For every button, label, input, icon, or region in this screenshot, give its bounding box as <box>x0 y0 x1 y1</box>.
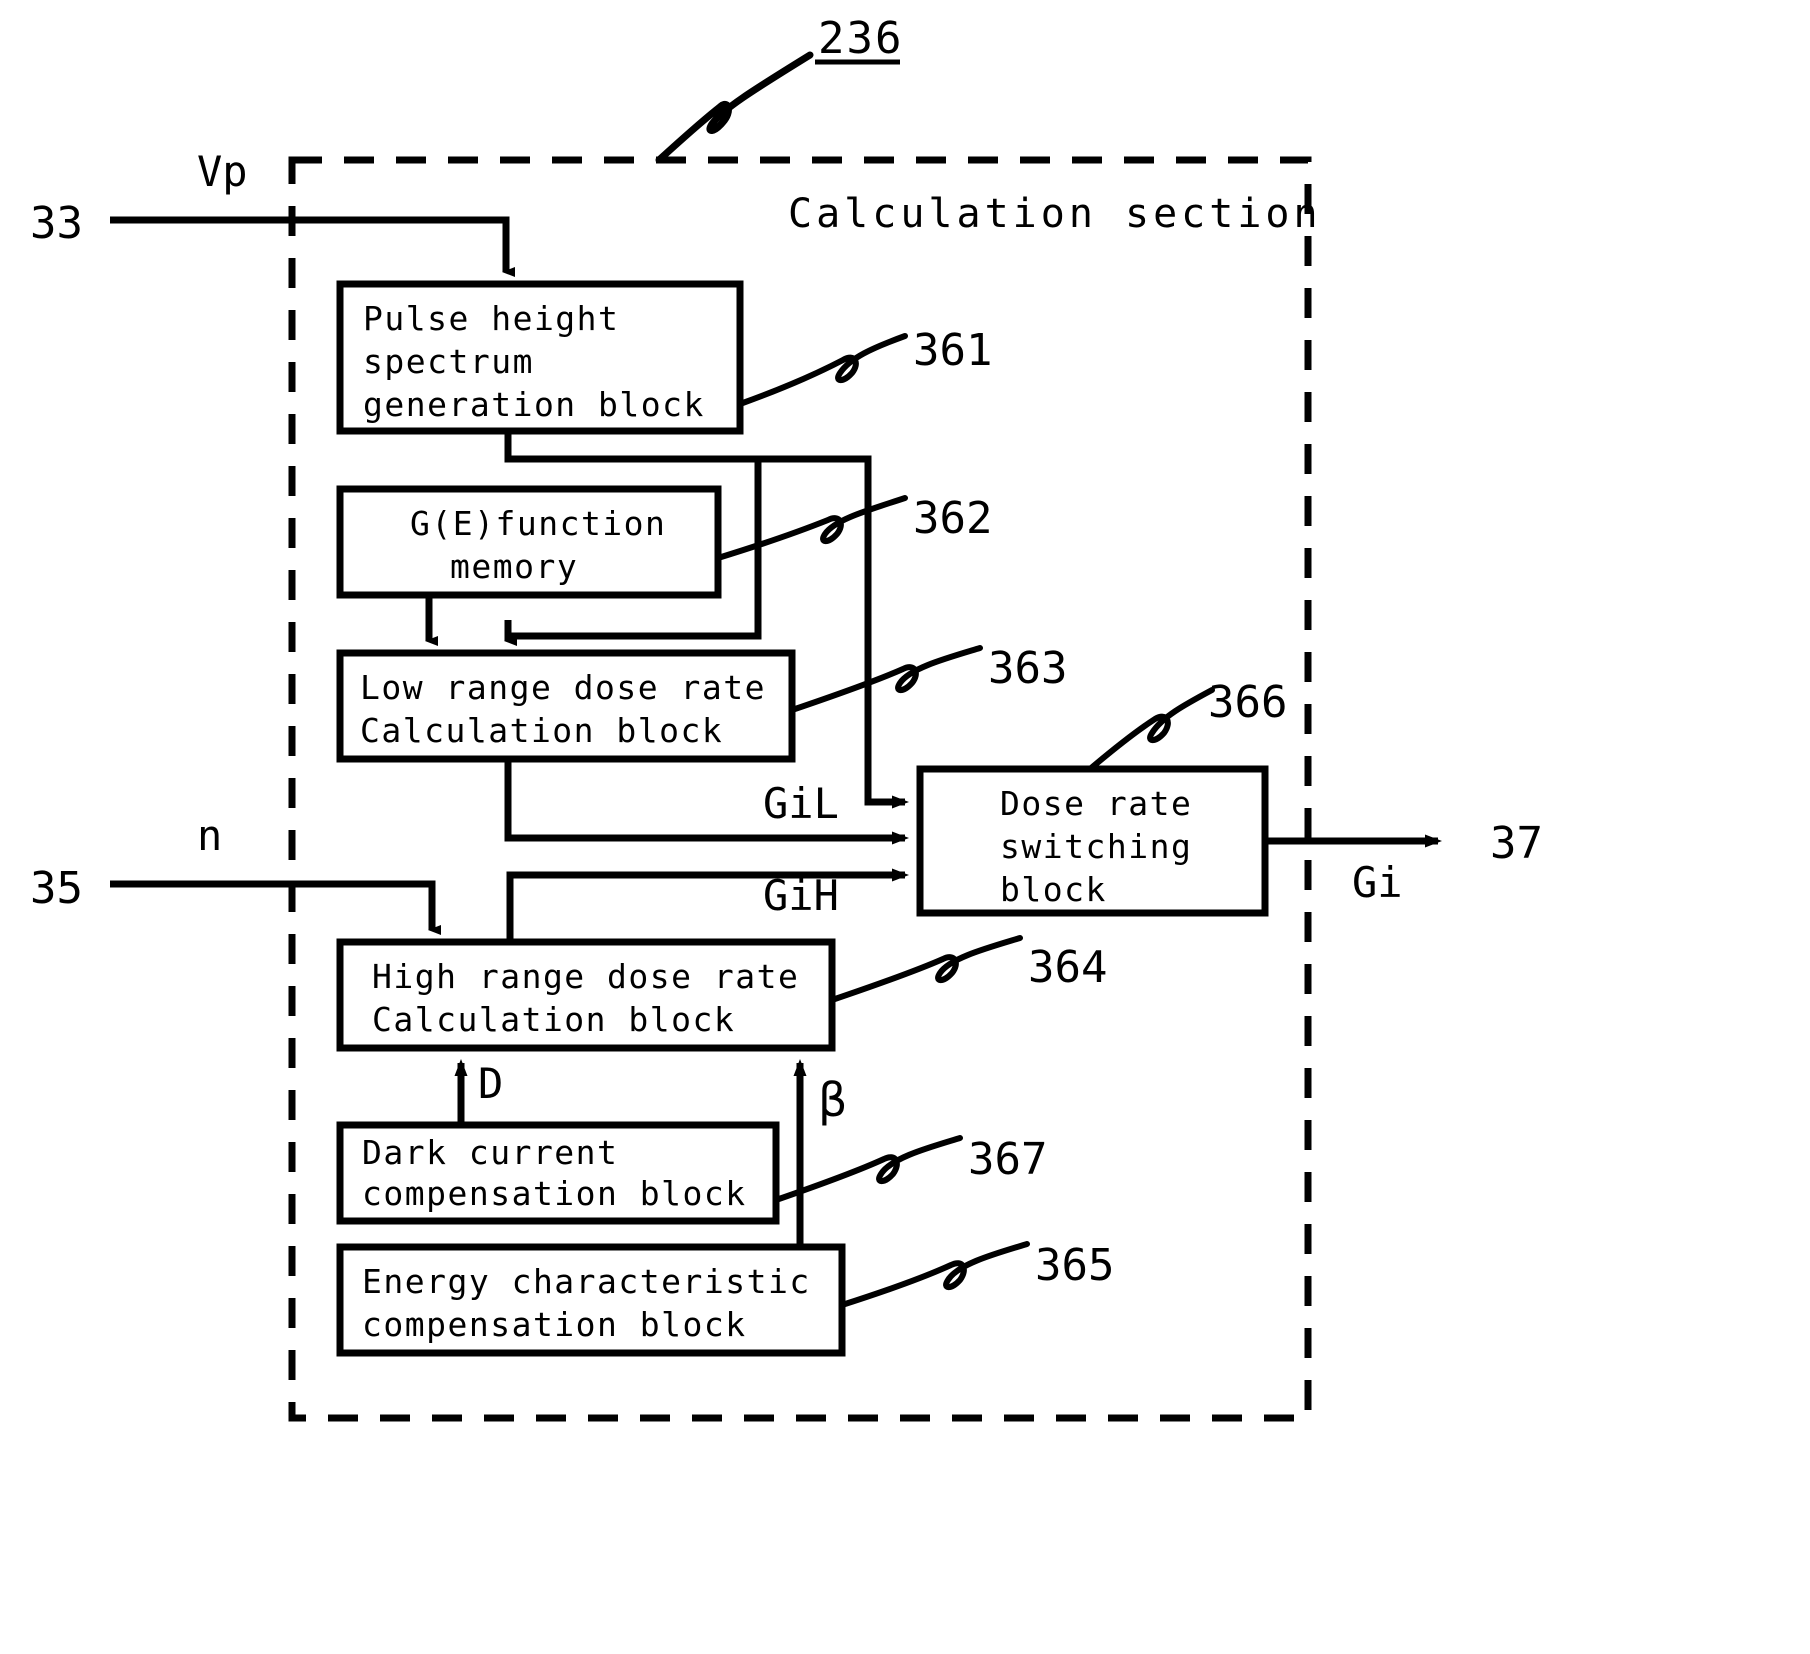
leader-line-361 <box>737 333 908 407</box>
signal-label-beta: β <box>818 1073 847 1127</box>
block-367-line-1: Dark current <box>362 1133 618 1172</box>
wire-vp-to-361 <box>110 216 515 277</box>
signal-label-gih: GiH <box>763 871 839 920</box>
ref-numeral-364: 364 <box>1028 942 1107 993</box>
signal-label-gil: GiL <box>763 779 839 828</box>
block-365-line-2: compensation block <box>362 1305 747 1344</box>
block-366-line-2: switching <box>1000 827 1192 866</box>
block-361-line-3: generation block <box>363 385 705 424</box>
signal-label-gi: Gi <box>1352 858 1403 907</box>
leader-line-366 <box>1087 687 1215 772</box>
terminal-label-33: 33 <box>30 198 83 249</box>
ref-numeral-367: 367 <box>968 1134 1047 1185</box>
terminal-label-37: 37 <box>1490 818 1543 869</box>
calculation-section-title: Calculation section <box>788 191 1322 237</box>
block-366-line-3: block <box>1000 870 1107 909</box>
block-363-line-1: Low range dose rate <box>360 668 766 707</box>
block-362-line-1: G(E)function <box>410 504 666 543</box>
leader-line-364 <box>829 935 1023 1003</box>
block-362-line-2: memory <box>450 547 578 586</box>
wire-364-to-366-gih <box>506 868 909 942</box>
ref-numeral-362: 362 <box>913 493 992 544</box>
leader-line-365 <box>839 1241 1030 1308</box>
ref-numeral-361: 361 <box>913 325 992 376</box>
ref-numeral-363: 363 <box>988 643 1067 694</box>
ref-numeral-365: 365 <box>1035 1240 1114 1291</box>
block-364-line-2: Calculation block <box>372 1000 735 1039</box>
signal-label-d: D <box>478 1059 503 1108</box>
block-367-line-2: compensation block <box>362 1174 747 1213</box>
block-364-line-1: High range dose rate <box>372 957 799 996</box>
block-366-line-1: Dose rate <box>1000 784 1192 823</box>
figure-canvas: Calculation section 236 33 Vp Pulse heig… <box>0 0 1810 1654</box>
signal-label-n: n <box>197 811 222 860</box>
block-361-line-1: Pulse height <box>363 299 619 338</box>
block-361-line-2: spectrum <box>363 342 534 381</box>
leader-line-367 <box>773 1135 963 1203</box>
leader-line-236 <box>655 51 814 164</box>
terminal-label-35: 35 <box>30 863 83 914</box>
ref-numeral-236: 236 <box>818 13 903 64</box>
wire-363-to-366 <box>504 759 909 845</box>
leader-line-362 <box>715 495 908 561</box>
ref-numeral-366: 366 <box>1208 677 1287 728</box>
block-diagram-svg: Calculation section 236 33 Vp Pulse heig… <box>30 13 1543 1422</box>
signal-label-vp: Vp <box>197 147 248 196</box>
leader-line-363 <box>789 645 983 713</box>
block-365-line-1: Energy characteristic <box>362 1262 811 1301</box>
block-363-line-2: Calculation block <box>360 711 723 750</box>
wire-n-to-364 <box>110 880 441 935</box>
